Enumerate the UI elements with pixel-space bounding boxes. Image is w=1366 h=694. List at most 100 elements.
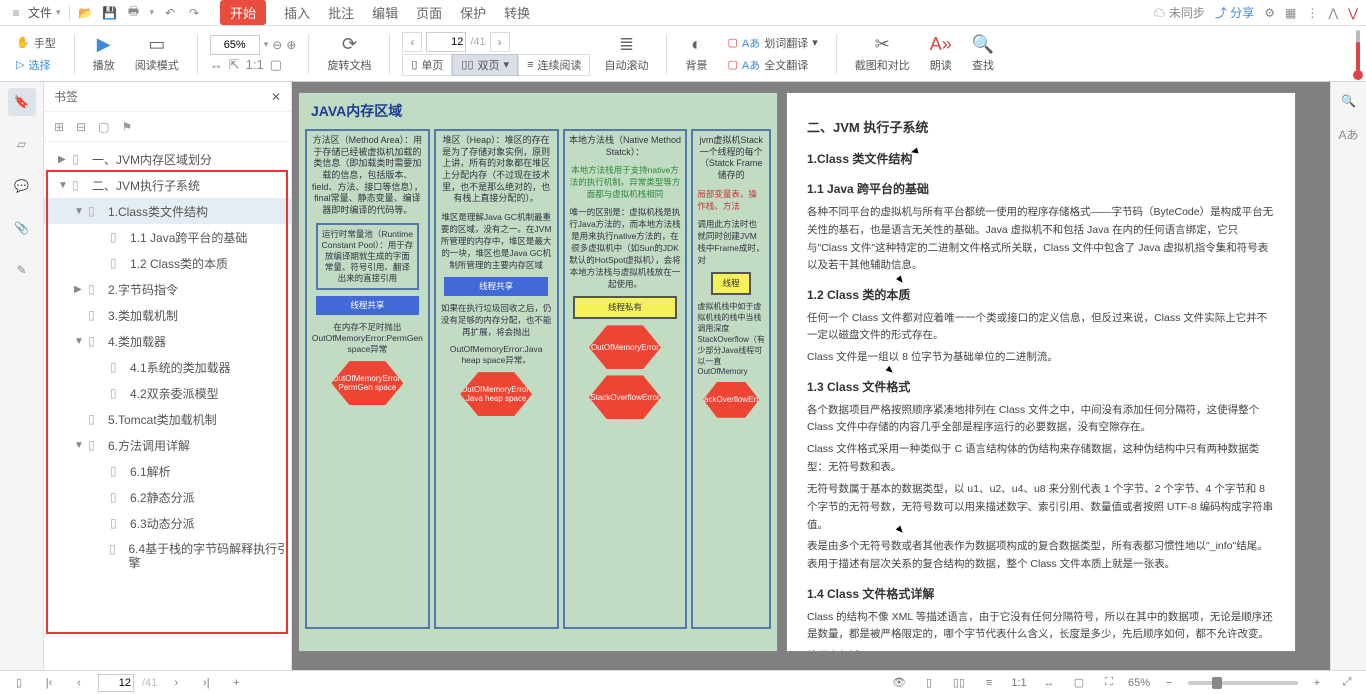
zoom-plus-icon[interactable]: + [1306,674,1328,692]
bookmarks-sidebar: 书签 ✕ ⊞ ⊟ ▢ ⚑ ▶▯一、JVM内存区域划分▼▯二、JVM执行子系统▼▯… [44,82,292,670]
redo-icon[interactable]: ↷ [186,5,202,21]
view-continuous-icon[interactable]: ≡ [978,674,1000,692]
translate-side-icon[interactable]: Aあ [1338,126,1358,143]
screenshot-button[interactable]: ✂截图和对比 [849,34,916,73]
delete-bookmark-icon[interactable]: ⊟ [76,120,86,134]
continuous-mode[interactable]: ≡ 连续阅读 [518,54,590,76]
rotate-button[interactable]: ⟳旋转文档 [321,34,377,73]
panel-toggle-icon[interactable]: ▯ [8,674,30,692]
select-tool[interactable]: ▷选择 [10,55,62,75]
fit-page-status-icon[interactable]: ▢ [1068,674,1090,692]
view-double-icon[interactable]: ▯▯ [948,674,970,692]
play-button[interactable]: ▶播放 [87,34,121,73]
right-icon-bar: 🔍 Aあ [1330,82,1366,670]
settings-icon[interactable]: ⚙ [1264,6,1275,20]
close-icon[interactable]: ⋁ [1348,6,1358,20]
actual-size-icon[interactable]: 1:1 [246,57,264,73]
fit-visible-icon[interactable]: ▢ [270,57,282,73]
bookmark-item[interactable]: ▼▯二、JVM执行子系统 [44,172,291,198]
word-translate-button[interactable]: ▢Aあ 划词翻译 ▾ [721,33,823,53]
tab-annotate[interactable]: 批注 [328,3,354,22]
auto-scroll-button[interactable]: ≣自动滚动 [598,34,654,73]
fit-actual-icon[interactable]: 1:1 [1008,674,1030,692]
zoom-out-icon[interactable]: ⊖ [272,38,282,52]
bookmark-item[interactable]: ▯5.Tomcat类加载机制 [44,406,291,432]
undo-icon[interactable]: ↶ [162,5,178,21]
sync-status[interactable]: ☁ 未同步 [1153,4,1204,21]
tab-insert[interactable]: 插入 [284,3,310,22]
collapse-ribbon-icon[interactable]: ⋀ [1328,6,1338,20]
sidebar-title: 书签 [54,88,78,105]
help-icon[interactable]: ⋮ [1306,6,1318,20]
open-icon[interactable]: 📂 [78,5,94,21]
bookmark-item[interactable]: ▯4.1系统的类加载器 [44,354,291,380]
read-aloud-button[interactable]: A»朗读 [924,34,958,73]
attachments-icon[interactable]: 📎 [8,214,36,242]
zoom-input[interactable] [210,35,260,55]
fit-width-icon[interactable]: ↔ [210,57,223,73]
double-page-mode[interactable]: ▯▯ 双页 ▾ [452,54,518,76]
bookmark-item[interactable]: ▯1.1 Java跨平台的基础 [44,224,291,250]
hand-tool[interactable]: ✋手型 [10,33,62,53]
save-icon[interactable]: 💾 [102,5,118,21]
tab-page[interactable]: 页面 [416,3,442,22]
close-sidebar-icon[interactable]: ✕ [271,90,281,104]
print-icon[interactable]: 🖶 [126,5,142,21]
share-button[interactable]: ⤴ 分享 [1215,4,1254,21]
search-side-icon[interactable]: 🔍 [1341,94,1356,108]
bookmark-item[interactable]: ▶▯一、JVM内存区域划分 [44,146,291,172]
bookmark-panel-icon[interactable]: 🔖 [8,88,36,116]
bookmark-item[interactable]: ▼▯4.类加载器 [44,328,291,354]
single-page-mode[interactable]: ▯ 单页 [402,54,452,76]
tab-start[interactable]: 开始 [220,0,266,25]
status-page-total: /41 [142,677,157,689]
full-translate-button[interactable]: ▢Aあ 全文翻译 [721,55,823,75]
add-bookmark-icon[interactable]: ⊞ [54,120,64,134]
bookmark-item[interactable]: ▼▯1.Class类文件结构 [44,198,291,224]
bookmark-tree[interactable]: ▶▯一、JVM内存区域划分▼▯二、JVM执行子系统▼▯1.Class类文件结构▯… [44,142,291,670]
tab-protect[interactable]: 保护 [460,3,486,22]
prev-page-status-icon[interactable]: ‹ [68,674,90,692]
prev-page-button[interactable]: ‹ [402,32,422,52]
next-page-status-icon[interactable]: › [165,674,187,692]
bookmark-item[interactable]: ▯3.类加载机制 [44,302,291,328]
grid-icon[interactable]: ▦ [1285,6,1296,20]
zoom-in-icon[interactable]: ⊕ [286,38,296,52]
view-single-icon[interactable]: ▯ [918,674,940,692]
bookmark-tool-icon[interactable]: ▢ [98,120,109,134]
bookmark-flag-icon[interactable]: ⚑ [121,120,132,134]
background-button[interactable]: ◐背景 [679,34,713,73]
fit-width-status-icon[interactable]: ↔ [1038,674,1060,692]
document-viewport[interactable]: JAVA内存区域 方法区（Method Area）：用于存储已经被虚拟机加载的类… [292,82,1366,670]
bookmark-item[interactable]: ▯4.2双亲委派模型 [44,380,291,406]
tab-edit[interactable]: 编辑 [372,3,398,22]
plus-icon[interactable]: + [225,674,247,692]
tab-convert[interactable]: 转换 [504,3,530,22]
page-heading: 二、JVM 执行子系统 [807,117,1275,139]
fullscreen-icon[interactable]: ⛶ [1098,674,1120,692]
bookmark-item[interactable]: ▯6.1解析 [44,458,291,484]
signature-icon[interactable]: ✎ [8,256,36,284]
eye-icon[interactable]: 👁 [888,674,910,692]
bookmark-item[interactable]: ▼▯6.方法调用详解 [44,432,291,458]
first-page-icon[interactable]: |‹ [38,674,60,692]
zoom-value-status: 65% [1128,677,1150,689]
bookmark-item[interactable]: ▯6.2静态分派 [44,484,291,510]
zoom-slider[interactable] [1188,681,1298,685]
find-button[interactable]: 🔍查找 [966,34,1000,73]
fit-page-icon[interactable]: ⇱ [229,57,240,73]
thumbnails-icon[interactable]: ▱ [8,130,36,158]
last-page-icon[interactable]: ›| [195,674,217,692]
bookmark-item[interactable]: ▯6.3动态分派 [44,510,291,536]
page-input[interactable] [426,32,466,52]
bookmark-item[interactable]: ▯6.4基于栈的字节码解释执行引擎 [44,536,291,576]
zoom-minus-icon[interactable]: − [1158,674,1180,692]
next-page-button[interactable]: › [490,32,510,52]
status-page-input[interactable] [98,674,134,692]
hamburger-menu[interactable]: ≡ 文件 ▾ [8,4,61,21]
bookmark-item[interactable]: ▶▯2.字节码指令 [44,276,291,302]
read-mode-button[interactable]: ▭阅读模式 [129,34,185,73]
comments-icon[interactable]: 💬 [8,172,36,200]
bookmark-item[interactable]: ▯1.2 Class类的本质 [44,250,291,276]
expand-icon[interactable]: ⤢ [1336,674,1358,692]
